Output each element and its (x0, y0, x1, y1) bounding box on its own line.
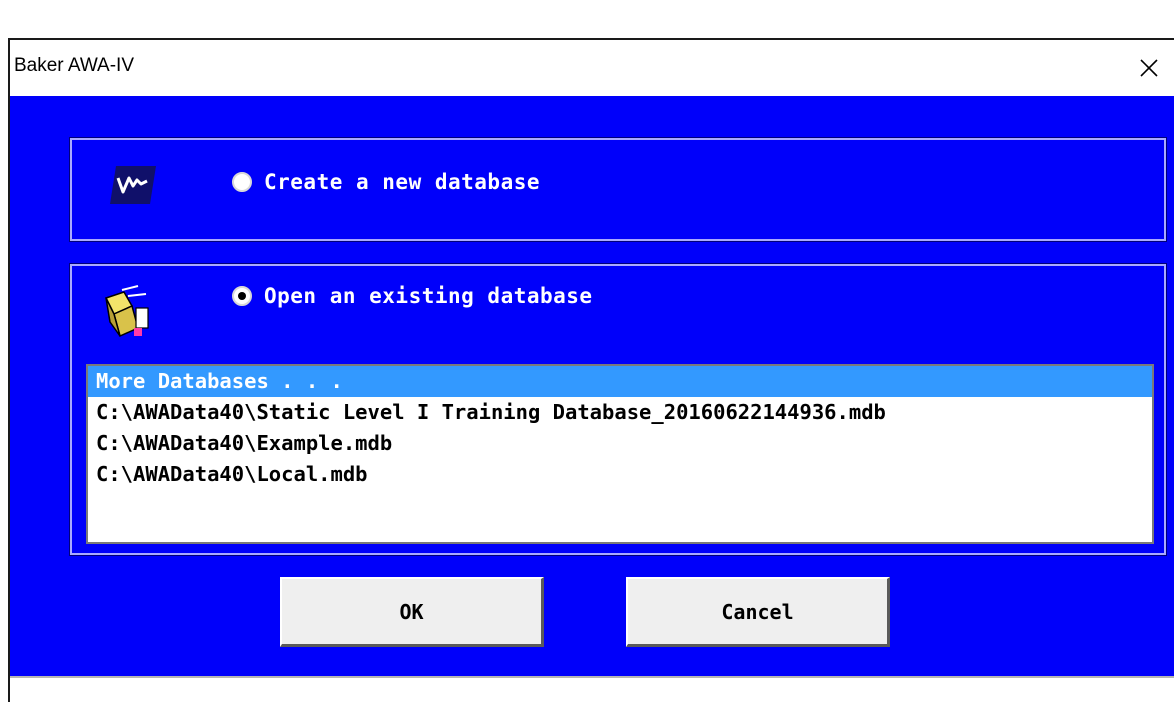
close-icon (1140, 59, 1158, 77)
open-folder-icon (104, 285, 149, 338)
create-database-group: Create a new database (69, 137, 1167, 242)
open-database-radio[interactable] (232, 286, 252, 306)
list-item-database[interactable]: C:\AWAData40\Local.mdb (88, 459, 1152, 490)
dialog-client-area: Create a new database Open an existing d… (10, 96, 1174, 676)
dialog-window: Baker AWA-IV Create a new database Open … (8, 38, 1174, 702)
create-database-option[interactable]: Create a new database (232, 170, 540, 194)
cancel-button[interactable]: Cancel (626, 577, 890, 647)
ok-button[interactable]: OK (280, 577, 544, 647)
database-listbox[interactable]: More Databases . . . C:\AWAData40\Static… (86, 364, 1154, 544)
create-database-label: Create a new database (264, 170, 541, 194)
screen: Baker AWA-IV Create a new database Open … (0, 0, 1174, 702)
list-item-database[interactable]: C:\AWAData40\Static Level I Training Dat… (88, 397, 1152, 428)
open-database-group: Open an existing database More Databases… (69, 263, 1167, 556)
window-bottom-edge (10, 676, 1174, 678)
open-database-label: Open an existing database (264, 284, 593, 308)
create-database-radio[interactable] (232, 172, 252, 192)
close-button[interactable] (1124, 40, 1174, 96)
list-item-more-databases[interactable]: More Databases . . . (88, 366, 1152, 397)
open-database-option[interactable]: Open an existing database (232, 284, 593, 308)
waveform-app-icon (110, 166, 156, 204)
title-bar[interactable]: Baker AWA-IV (10, 40, 1174, 96)
window-title: Baker AWA-IV (14, 55, 135, 76)
list-item-database[interactable]: C:\AWAData40\Example.mdb (88, 428, 1152, 459)
